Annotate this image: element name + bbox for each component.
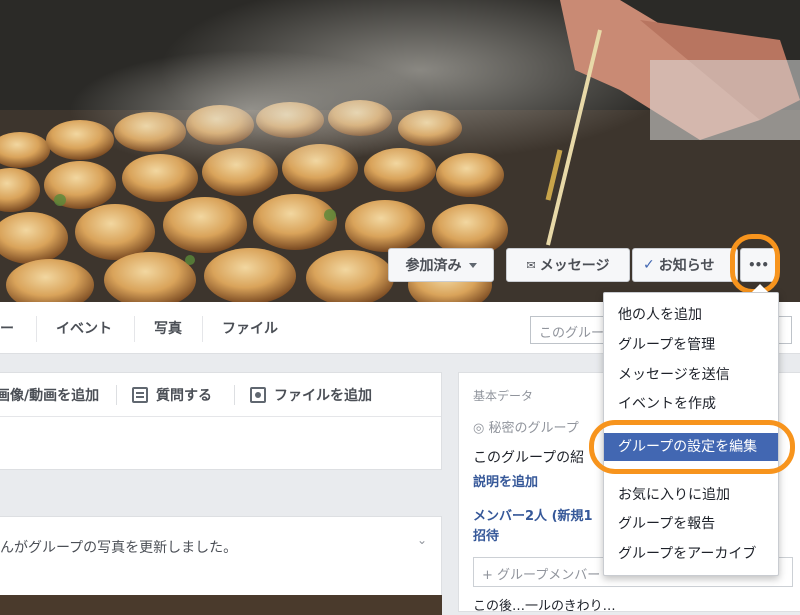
composer-actions: 画像/動画を追加 質問する ファイルを追加 (0, 373, 441, 417)
privacy-info: ◎ 秘密のグループ (473, 417, 579, 436)
add-description-link[interactable]: 説明を追加 (473, 471, 538, 490)
message-label: メッセージ (539, 258, 610, 274)
menu-item-manage-group[interactable]: グループを管理 (604, 331, 778, 359)
story-options-chevron-icon[interactable]: ⌄ (417, 533, 427, 547)
add-photo-video-button[interactable]: 画像/動画を追加 (0, 385, 99, 405)
menu-item-create-event[interactable]: イベントを作成 (604, 390, 778, 418)
joined-label: 参加済み (405, 258, 462, 274)
question-list-icon (132, 387, 148, 403)
composer-divider (116, 385, 117, 405)
tab-files-label: ファイル (222, 321, 278, 337)
tab-divider (36, 316, 37, 342)
group-description: このグループの紹 (473, 450, 585, 466)
story-photo[interactable] (0, 595, 442, 615)
invite-link[interactable]: 招待 (473, 525, 499, 544)
ask-question-label: 質問する (156, 388, 212, 404)
menu-pointer (752, 284, 768, 292)
more-options-menu: 他の人を追加 グループを管理 メッセージを送信 イベントを作成 グループの設定を… (603, 292, 779, 576)
about-truncated-text: この後…一ルのきわり… (473, 599, 616, 614)
globe-icon: ◎ (473, 421, 485, 436)
menu-item-add-to-favorites[interactable]: お気に入りに追加 (604, 481, 778, 509)
tab-files[interactable]: ファイル (222, 302, 278, 354)
members-count-link[interactable]: メンバー2人 (新規1 (473, 505, 593, 524)
add-file-button[interactable]: ファイルを追加 (250, 385, 372, 405)
tab-events-label: イベント (56, 321, 112, 337)
checkmark-icon: ✓ (643, 257, 655, 273)
tab-discussion[interactable]: ー (0, 302, 24, 354)
tab-discussion-label: ー (0, 321, 14, 337)
notifications-button[interactable]: ✓ お知らせ (632, 248, 738, 282)
add-photo-video-label: 画像/動画を追加 (0, 388, 100, 404)
tab-events[interactable]: イベント (56, 302, 112, 354)
message-button[interactable]: ✉ メッセージ (506, 248, 630, 282)
menu-item-add-people[interactable]: 他の人を追加 (604, 301, 778, 329)
tab-divider (134, 316, 135, 342)
menu-item-report-group[interactable]: グループを報告 (604, 510, 778, 538)
tab-photos[interactable]: 写真 (154, 302, 182, 354)
story-text: んがグループの写真を更新しました。 (0, 540, 238, 556)
about-header: 基本データ (473, 389, 534, 403)
file-icon (250, 387, 266, 403)
composer-divider (234, 385, 235, 405)
post-composer: 画像/動画を追加 質問する ファイルを追加 (0, 372, 442, 470)
menu-item-send-message[interactable]: メッセージを送信 (604, 361, 778, 389)
chevron-down-icon (468, 262, 477, 268)
tab-divider (202, 316, 203, 342)
privacy-label: 秘密のグループ (488, 421, 579, 436)
message-icon: ✉ (526, 258, 536, 272)
ask-question-button[interactable]: 質問する (132, 385, 212, 405)
joined-button[interactable]: 参加済み (388, 248, 494, 282)
tab-photos-label: 写真 (154, 321, 182, 337)
menu-item-archive-group[interactable]: グループをアーカイブ (604, 540, 778, 568)
search-placeholder: このグルー (539, 326, 605, 341)
menu-item-edit-group-settings[interactable]: グループの設定を編集 (604, 433, 778, 461)
notifications-label: お知らせ (658, 258, 715, 274)
feed-story: んがグループの写真を更新しました。 ⌄ (0, 516, 442, 615)
add-file-label: ファイルを追加 (274, 388, 372, 404)
